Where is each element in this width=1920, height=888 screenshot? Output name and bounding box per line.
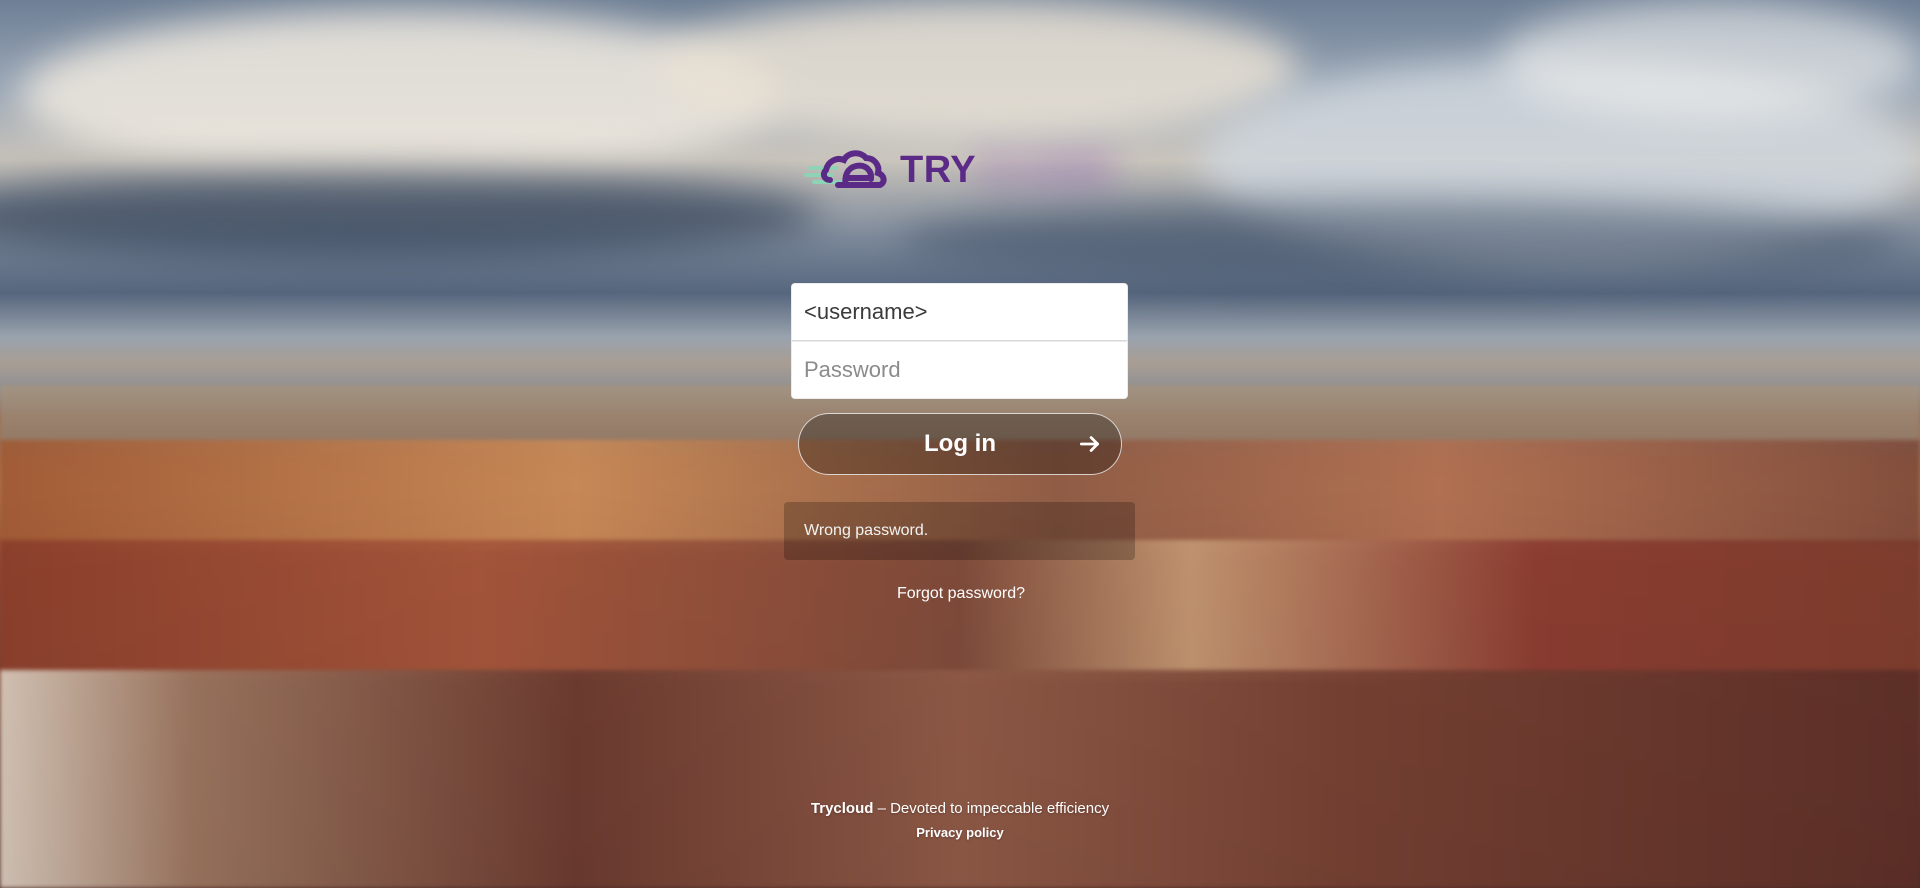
- forgot-password-link[interactable]: Forgot password?: [896, 585, 1026, 603]
- login-form: [791, 283, 1128, 399]
- logo-text-try: TRY: [900, 149, 977, 191]
- footer-brand: Trycloud: [810, 800, 874, 817]
- password-input[interactable]: [792, 342, 1127, 398]
- username-input[interactable]: [792, 284, 1127, 340]
- username-field: [791, 283, 1128, 341]
- footer-tagline: – Devoted to impeccable efficiency: [873, 800, 1110, 817]
- login-button-label: Log in: [924, 430, 996, 457]
- password-field: [791, 341, 1128, 399]
- footer-tagline-line: Trycloud – Devoted to impeccable efficie…: [0, 800, 1920, 817]
- login-page: TRYCLOUD Log in Wrong password. Forgot p…: [0, 0, 1920, 888]
- logo-text-cloud: CLOUD: [976, 149, 1114, 191]
- logo-wordmark: TRY CLOUD: [900, 149, 1113, 191]
- login-error-message: Wrong password.: [784, 502, 1135, 560]
- login-content: TRYCLOUD Log in Wrong password. Forgot p…: [0, 0, 1920, 888]
- privacy-policy-link[interactable]: Privacy policy: [916, 825, 1003, 840]
- login-button[interactable]: Log in: [798, 413, 1122, 475]
- trycloud-logo: TRY CLOUD: [804, 144, 1116, 196]
- page-footer: Trycloud – Devoted to impeccable efficie…: [0, 800, 1920, 841]
- arrow-right-icon: [1079, 436, 1099, 452]
- trycloud-logo-mark: [804, 150, 887, 188]
